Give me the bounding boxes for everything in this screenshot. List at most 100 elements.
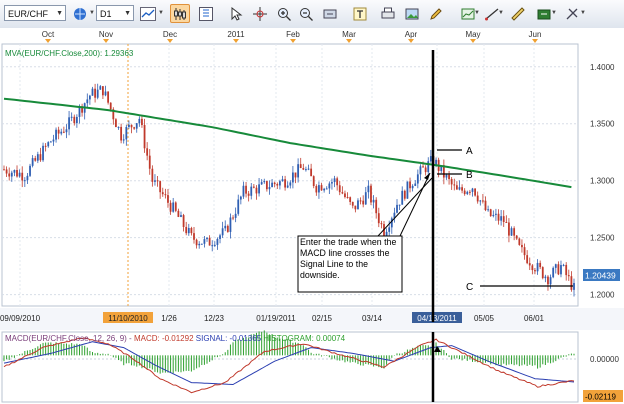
candle-body (544, 276, 547, 279)
date-tick-label: 03/14 (362, 314, 383, 323)
candle-body (500, 216, 503, 221)
candle-body (549, 277, 552, 285)
chart-image-dropdown-icon[interactable]: ▼ (474, 10, 480, 16)
date-tick-label: 05/05 (474, 314, 495, 323)
candle-body (401, 190, 404, 205)
candle-body (510, 228, 513, 236)
chart-type-button[interactable] (138, 4, 158, 23)
candle-body (156, 180, 159, 182)
y-tick-label: 1.2000 (590, 291, 615, 300)
charting-app: EUR/CHF ▼ ▼ D1 ▼ ▼ ▼ ▼ ▼ ▼ Oct Nov Dec 2… (0, 0, 624, 404)
candle-body (62, 131, 65, 133)
candle-body (255, 187, 258, 194)
candle-body (453, 184, 456, 186)
pencil-button[interactable] (426, 4, 446, 23)
last-price-value: 1.20439 (585, 271, 616, 281)
date-tick-label: 12/23 (204, 314, 225, 323)
month-label: May (465, 30, 480, 39)
date-tick-label: 04/13/2011 (417, 314, 457, 323)
candle-body (128, 124, 130, 127)
zoom-in-button[interactable] (274, 4, 294, 23)
globe-button[interactable] (70, 4, 90, 23)
snapshot-button[interactable] (402, 4, 422, 23)
candle-body (336, 178, 339, 186)
candle-body (242, 185, 245, 197)
candle-body (234, 213, 237, 218)
macd-chart[interactable]: MACD(EUR/CHF.Close, 12, 26, 9) - MACD: -… (0, 330, 624, 404)
candlestick-button[interactable] (170, 4, 190, 23)
candle-body (164, 194, 167, 196)
candle-body (541, 267, 544, 279)
candle-body (133, 127, 136, 129)
timeframe-select[interactable]: D1 ▼ (96, 5, 134, 21)
candle-body (102, 86, 104, 96)
candle-body (328, 183, 331, 189)
candle-body (482, 200, 484, 202)
trade-note-text: Enter the trade when the MACD line cross… (300, 237, 397, 280)
candle-body (208, 237, 211, 246)
candle-body (484, 200, 487, 211)
candle-body (560, 265, 562, 275)
candle-body (34, 158, 37, 161)
indicator-button[interactable] (196, 4, 216, 23)
settings-dropdown-icon[interactable]: ▼ (580, 10, 586, 16)
pencil-icon (430, 7, 442, 20)
label-a: A (466, 146, 473, 157)
price-chart[interactable]: Oct Nov Dec 2011 Feb Mar Apr May Jun MVA(EUR/CHF… (0, 28, 624, 330)
trade-note-wrapper: Enter the trade when the MACD line cross… (300, 237, 397, 280)
crosshair-icon (253, 6, 267, 21)
candle-body (372, 199, 375, 203)
candle-body (3, 169, 5, 171)
export-dropdown-icon[interactable]: ▼ (551, 10, 557, 16)
candle-body (380, 223, 383, 225)
histogram-value: HISTOGRAM: 0.00074 (263, 334, 345, 343)
candle-body (138, 118, 141, 124)
candle-body (531, 265, 534, 271)
settings-button[interactable] (562, 4, 582, 23)
cursor-icon (231, 6, 243, 21)
candle-body (195, 239, 198, 246)
candle-body (305, 169, 307, 171)
candle-body (344, 193, 346, 198)
candle-body (125, 126, 128, 140)
zoom-out-button[interactable] (296, 4, 316, 23)
month-label: Apr (405, 30, 418, 39)
candle-body (151, 168, 154, 182)
y-tick-label: 1.3000 (590, 177, 615, 186)
cursor-button[interactable] (226, 4, 246, 23)
candle-body (260, 182, 263, 185)
candle-body (73, 116, 76, 124)
candle-body (107, 91, 110, 103)
price-plot-area (1, 43, 579, 307)
candle-body (193, 233, 195, 240)
candle-body (370, 185, 372, 203)
scroll-button[interactable] (320, 4, 340, 23)
candle-body (461, 187, 463, 191)
candle-body (497, 213, 500, 221)
candle-body (297, 164, 300, 178)
candle-body (91, 88, 94, 96)
chart-type-dropdown-icon[interactable]: ▼ (158, 10, 164, 16)
candle-body (505, 221, 508, 223)
symbol-select[interactable]: EUR/CHF ▼ (4, 5, 66, 21)
candle-body (422, 166, 424, 168)
candle-body (245, 185, 247, 194)
candle-body (489, 209, 492, 217)
text-tool-button[interactable] (350, 4, 370, 23)
ruler-icon (511, 6, 525, 21)
globe-dropdown-icon[interactable]: ▼ (89, 10, 95, 16)
scroll-icon (323, 9, 337, 18)
candle-body (547, 276, 549, 285)
globe-icon (74, 7, 86, 20)
ruler-button[interactable] (508, 4, 528, 23)
candle-body (146, 148, 149, 156)
candle-body (307, 168, 310, 170)
signal-value: SIGNAL: -0.01365 (196, 334, 262, 343)
candle-body (99, 86, 102, 90)
print-button[interactable] (378, 4, 398, 23)
text-icon (353, 7, 367, 20)
candle-body (388, 227, 391, 232)
draw-line-dropdown-icon[interactable]: ▼ (498, 10, 504, 16)
crosshair-button[interactable] (250, 4, 270, 23)
date-tick-label: 06/01 (524, 314, 545, 323)
